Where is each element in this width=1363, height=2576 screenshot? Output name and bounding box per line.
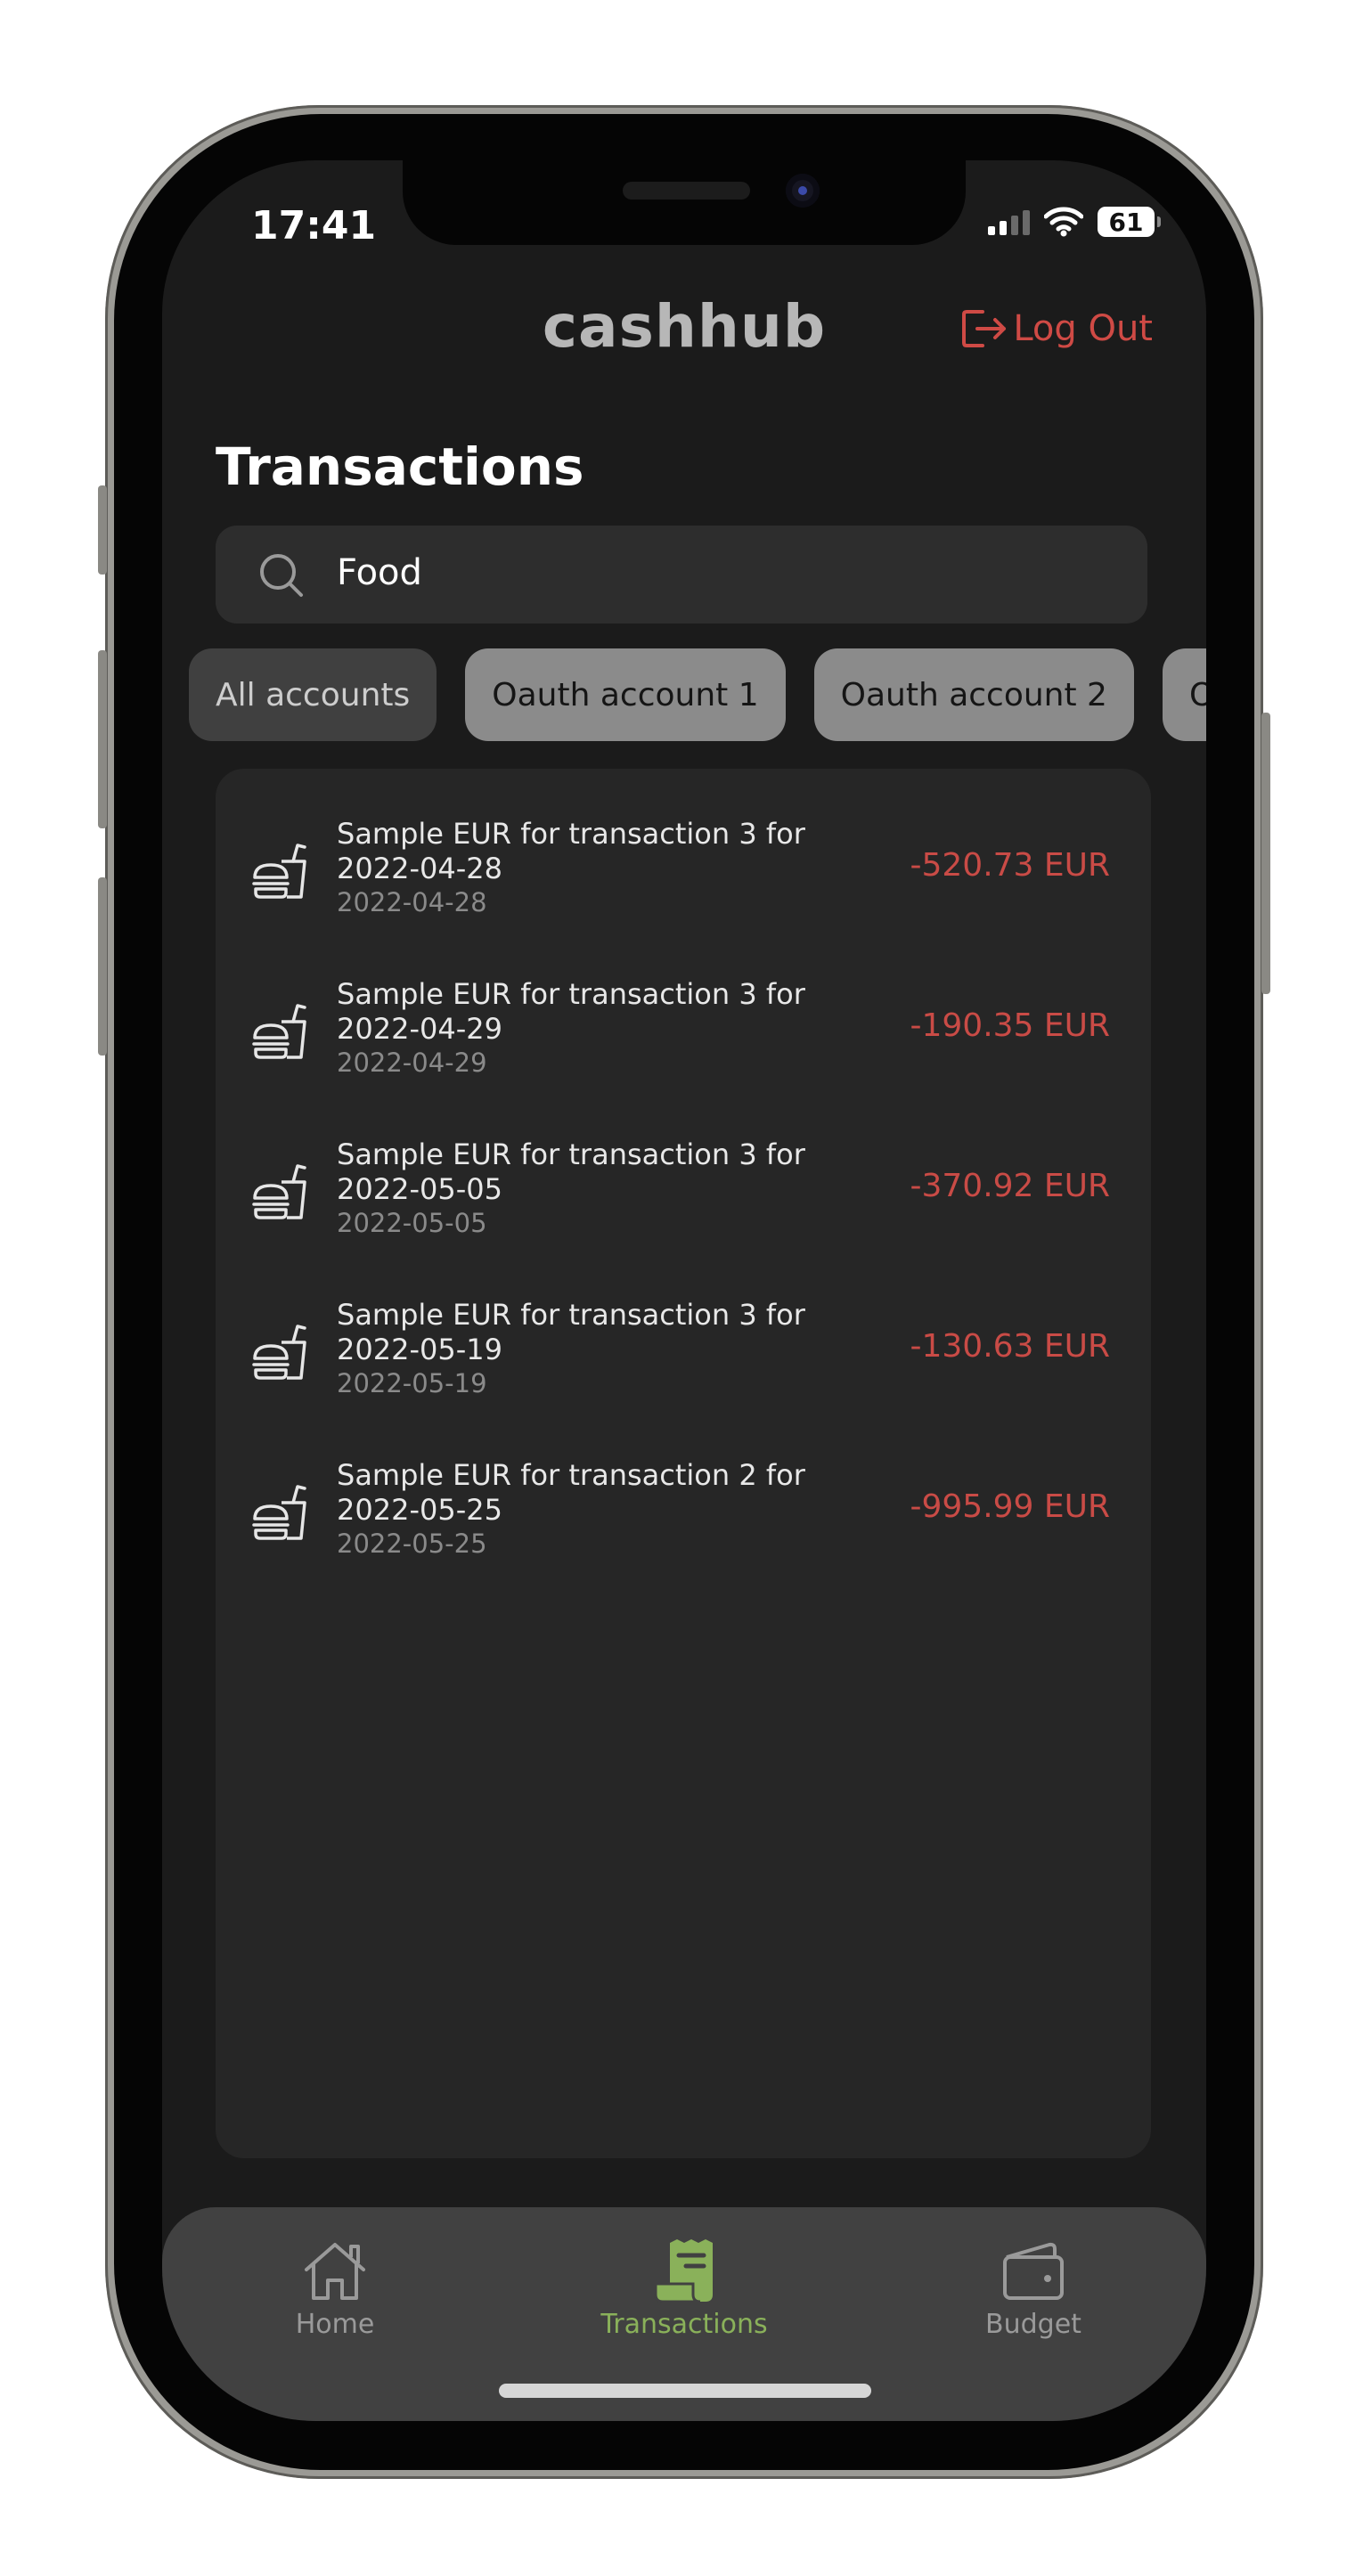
fast-food-icon (252, 1004, 306, 1059)
logout-label: Log Out (1013, 308, 1153, 349)
chip-oauth-account-3[interactable]: Oaut (1162, 648, 1206, 741)
transaction-row[interactable]: Sample EUR for transaction 3 for 2022-04… (216, 966, 1151, 1127)
receipt-icon (654, 2239, 713, 2303)
search-icon (260, 554, 303, 597)
chip-oauth-account-2[interactable]: Oauth account 2 (813, 648, 1134, 741)
tab-transactions-label: Transactions (600, 2309, 768, 2340)
account-filter-chips: All accounts Oauth account 1 Oauth accou… (189, 648, 1206, 741)
transaction-amount: -520.73 EUR (910, 847, 1110, 884)
wallet-icon (1003, 2242, 1064, 2300)
transaction-description: Sample EUR for transaction 3 for 2022-04… (337, 817, 805, 885)
chip-oauth-account-1[interactable]: Oauth account 1 (465, 648, 786, 741)
transaction-amount: -190.35 EUR (910, 1007, 1110, 1044)
transaction-description: Sample EUR for transaction 3 for 2022-04… (337, 977, 805, 1046)
tab-budget-label: Budget (985, 2309, 1081, 2340)
tab-transactions[interactable]: Transactions (568, 2239, 800, 2340)
volume-up-button (98, 650, 107, 828)
transaction-list: Sample EUR for transaction 3 for 2022-04… (216, 769, 1151, 2158)
search-value: Food (337, 552, 422, 593)
transaction-date: 2022-05-19 (337, 1368, 487, 1398)
status-icons: 61 (988, 207, 1161, 237)
transaction-description: Sample EUR for transaction 3 for 2022-05… (337, 1137, 805, 1206)
volume-down-button (98, 877, 107, 1056)
page-title: Transactions (216, 436, 584, 497)
mute-switch (98, 485, 107, 575)
power-button (1261, 713, 1270, 994)
tab-home-label: Home (295, 2309, 375, 2340)
app-header: cashhub Log Out (162, 292, 1206, 363)
transaction-row[interactable]: Sample EUR for transaction 3 for 2022-05… (216, 1127, 1151, 1287)
home-icon (305, 2243, 365, 2300)
battery-level: 61 (1108, 207, 1144, 237)
cellular-signal-icon (988, 208, 1030, 235)
transaction-description: Sample EUR for transaction 2 for 2022-05… (337, 1458, 805, 1527)
fast-food-icon (252, 1325, 306, 1380)
transaction-row[interactable]: Sample EUR for transaction 3 for 2022-04… (216, 806, 1151, 966)
front-camera (786, 174, 820, 208)
transaction-date: 2022-05-25 (337, 1528, 487, 1559)
chip-all-accounts[interactable]: All accounts (189, 648, 437, 741)
battery-icon: 61 (1098, 207, 1161, 237)
transaction-row[interactable]: Sample EUR for transaction 3 for 2022-05… (216, 1287, 1151, 1447)
fast-food-icon (252, 844, 306, 899)
tab-budget[interactable]: Budget (918, 2239, 1149, 2340)
status-time: 17:41 (251, 203, 377, 249)
transaction-row[interactable]: Sample EUR for transaction 2 for 2022-05… (216, 1447, 1151, 1608)
transaction-amount: -370.92 EUR (910, 1168, 1110, 1204)
tab-home[interactable]: Home (219, 2239, 451, 2340)
search-input[interactable]: Food (216, 526, 1147, 624)
home-indicator[interactable] (499, 2384, 871, 2398)
app-screen: 17:41 61 cashhub Log Out Transactions Fo… (162, 160, 1206, 2421)
logout-icon (962, 310, 1007, 347)
transaction-amount: -995.99 EUR (910, 1488, 1110, 1525)
transaction-date: 2022-04-28 (337, 887, 487, 917)
notch (403, 160, 966, 245)
transaction-amount: -130.63 EUR (910, 1328, 1110, 1365)
wifi-icon (1044, 207, 1083, 237)
transaction-date: 2022-04-29 (337, 1048, 487, 1078)
fast-food-icon (252, 1164, 306, 1219)
transaction-date: 2022-05-05 (337, 1208, 487, 1238)
speaker (623, 182, 750, 200)
transaction-description: Sample EUR for transaction 3 for 2022-05… (337, 1298, 805, 1366)
logout-button[interactable]: Log Out (961, 308, 1153, 349)
fast-food-icon (252, 1485, 306, 1540)
